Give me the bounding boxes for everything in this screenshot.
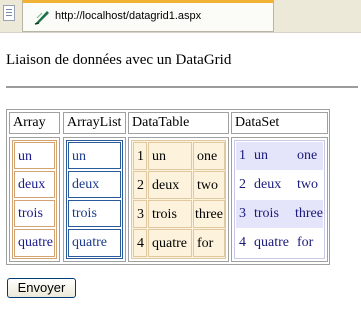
table-cell-en: for <box>193 229 225 257</box>
browser-tab-strip: http://localhost/datagrid1.aspx <box>0 0 361 33</box>
list-item: trois <box>68 200 121 227</box>
list-item: trois <box>14 200 55 227</box>
datatable-id: 4 <box>137 236 144 251</box>
body-cell-array: un deux trois quatre <box>9 137 60 262</box>
dataset-id: 2 <box>239 177 246 192</box>
dataset-fr: un <box>254 148 268 163</box>
table-cell-en: three <box>193 200 225 228</box>
datatable-fr: trois <box>152 207 177 222</box>
array-item: un <box>18 149 32 164</box>
array-grid: un deux trois quatre <box>12 140 57 259</box>
table-cell-fr: un <box>148 142 192 170</box>
arraylist-item: un <box>72 149 86 164</box>
header-dataset: DataSet <box>235 115 280 130</box>
table-cell-id: 2 <box>133 171 147 199</box>
arraylist-item: trois <box>72 206 97 221</box>
table-cell-fr: trois <box>251 200 295 228</box>
table-cell-fr: trois <box>148 200 192 228</box>
table-cell-id: 4 <box>236 229 250 257</box>
body-cell-datatable: 1 un one 2 deux two 3 trois three 4 quat… <box>128 137 229 262</box>
array-item: quatre <box>18 235 53 250</box>
browser-tab[interactable]: http://localhost/datagrid1.aspx <box>22 0 274 32</box>
datatable-id: 1 <box>137 149 144 164</box>
browser-tab-title: http://localhost/datagrid1.aspx <box>55 10 202 22</box>
list-item: quatre <box>14 229 55 257</box>
datatable-fr: deux <box>152 178 180 193</box>
datatable-fr: quatre <box>152 236 187 251</box>
dataset-id: 3 <box>239 206 246 221</box>
header-cell-array: Array <box>9 112 60 134</box>
datatable-id: 3 <box>137 207 144 222</box>
dreamweaver-favicon-icon <box>34 11 49 25</box>
list-item: quatre <box>68 229 121 257</box>
arraylist-item: deux <box>72 177 100 192</box>
table-cell-en: one <box>294 142 324 170</box>
page-list-icon[interactable] <box>3 5 15 21</box>
submit-button[interactable]: Envoyer <box>7 278 76 298</box>
dataset-fr: trois <box>254 206 279 221</box>
list-item: un <box>68 142 121 169</box>
header-array: Array <box>13 115 46 130</box>
dataset-id: 4 <box>239 235 246 250</box>
datatable-en: one <box>197 149 218 164</box>
table-cell-en: two <box>193 171 225 199</box>
table-cell-fr: quatre <box>148 229 192 257</box>
table-cell-id: 2 <box>236 171 250 199</box>
header-arraylist: ArrayList <box>67 115 122 130</box>
header-datatable: DataTable <box>132 115 190 130</box>
dataset-en: two <box>297 177 318 192</box>
header-cell-arraylist: ArrayList <box>63 112 126 134</box>
datatable-en: two <box>197 178 218 193</box>
dataset-en: one <box>297 148 318 163</box>
datagrid-container-table: Array ArrayList DataTable DataSet un deu… <box>6 109 330 265</box>
table-cell-en: three <box>294 200 324 228</box>
table-cell-fr: quatre <box>251 229 295 257</box>
table-cell-id: 1 <box>236 142 250 170</box>
body-cell-arraylist: un deux trois quatre <box>63 137 126 262</box>
header-cell-datatable: DataTable <box>128 112 229 134</box>
datatable-en: for <box>197 236 214 251</box>
datatable-fr: un <box>152 149 166 164</box>
datatable-en: three <box>195 207 223 222</box>
dataset-en: for <box>297 235 314 250</box>
table-cell-id: 3 <box>133 200 147 228</box>
table-cell-id: 4 <box>133 229 147 257</box>
table-cell-fr: deux <box>251 171 295 199</box>
table-cell-fr: un <box>251 142 295 170</box>
dataset-fr: quatre <box>254 235 289 250</box>
body-cell-dataset: 1 un one 2 deux two 3 trois three 4 quat… <box>231 137 328 262</box>
list-item: deux <box>68 171 121 198</box>
table-cell-en: one <box>193 142 225 170</box>
table-cell-en: two <box>294 171 324 199</box>
page-title: Liaison de données avec un DataGrid <box>6 52 232 68</box>
dataset-fr: deux <box>254 177 282 192</box>
horizontal-rule <box>6 86 358 88</box>
header-cell-dataset: DataSet <box>231 112 328 134</box>
dataset-grid: 1 un one 2 deux two 3 trois three 4 quat… <box>234 140 325 259</box>
dataset-en: three <box>295 206 323 221</box>
list-item: un <box>14 142 55 169</box>
list-item: deux <box>14 171 55 198</box>
table-cell-id: 1 <box>133 142 147 170</box>
array-item: deux <box>18 177 46 192</box>
array-item: trois <box>18 206 43 221</box>
table-cell-en: for <box>294 229 324 257</box>
datatable-grid: 1 un one 2 deux two 3 trois three 4 quat… <box>131 140 226 259</box>
table-cell-id: 3 <box>236 200 250 228</box>
table-cell-fr: deux <box>148 171 192 199</box>
datatable-id: 2 <box>137 178 144 193</box>
arraylist-grid: un deux trois quatre <box>66 140 123 259</box>
dataset-id: 1 <box>239 148 246 163</box>
arraylist-item: quatre <box>72 235 107 250</box>
